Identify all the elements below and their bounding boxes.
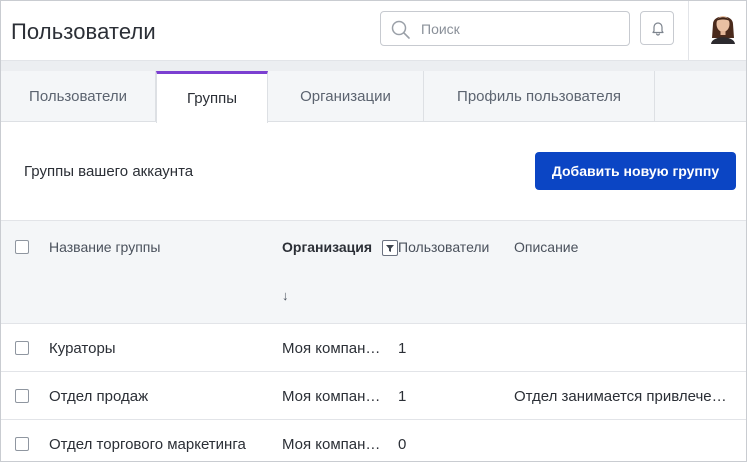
column-header-organization[interactable]: Организация — [282, 239, 372, 255]
group-users-count: 1 — [398, 340, 407, 357]
avatar[interactable] — [708, 10, 738, 44]
table-row[interactable]: Кураторы Моя компан… 1 — [1, 324, 746, 372]
search-input[interactable] — [421, 12, 621, 45]
add-group-button[interactable]: Добавить новую группу — [535, 152, 736, 190]
column-header-description[interactable]: Описание — [514, 239, 578, 255]
row-checkbox[interactable] — [15, 389, 29, 403]
row-checkbox[interactable] — [15, 437, 29, 451]
tab-bar: Пользователи Группы Организации Профиль … — [1, 71, 746, 123]
filter-icon[interactable] — [382, 240, 398, 256]
group-users-count: 0 — [398, 436, 407, 453]
search-icon — [391, 20, 411, 40]
group-organization: Моя компан… — [282, 340, 381, 357]
column-header-name[interactable]: Название группы — [49, 239, 160, 255]
tab-user-profile[interactable]: Профиль пользователя — [424, 71, 655, 122]
app-window: Пользователи Поиск Пользователи Группы О… — [0, 0, 747, 462]
page-title: Пользователи — [11, 19, 156, 44]
notifications-button[interactable] — [640, 11, 674, 45]
top-bar: Пользователи — [1, 1, 746, 61]
tab-organizations[interactable]: Организации — [268, 71, 424, 122]
select-all-checkbox[interactable] — [15, 240, 29, 254]
group-name: Отдел торгового маркетинга — [49, 436, 246, 453]
table-row[interactable]: Отдел продаж Моя компан… 1 Отдел занимае… — [1, 372, 746, 420]
column-header-users[interactable]: Пользователи — [398, 239, 489, 255]
group-description: Отдел занимается привлече… — [514, 388, 727, 405]
tab-users[interactable]: Пользователи — [1, 71, 156, 122]
section-title: Группы вашего аккаунта — [24, 163, 194, 180]
group-organization: Моя компан… — [282, 388, 381, 405]
tab-groups[interactable]: Группы — [156, 71, 268, 123]
group-name: Кураторы — [49, 340, 116, 357]
group-name: Отдел продаж — [49, 388, 149, 405]
topbar-divider — [688, 1, 689, 61]
table-row[interactable]: Отдел торгового маркетинга Моя компан… 0 — [1, 420, 746, 461]
table-header: Название группы Организация Пользователи… — [1, 220, 746, 324]
header-separator — [1, 61, 746, 71]
group-organization: Моя компан… — [282, 436, 381, 453]
search-box[interactable] — [380, 11, 630, 46]
group-users-count: 1 — [398, 388, 407, 405]
sort-descending-icon[interactable]: ↓ — [282, 288, 289, 303]
row-checkbox[interactable] — [15, 341, 29, 355]
